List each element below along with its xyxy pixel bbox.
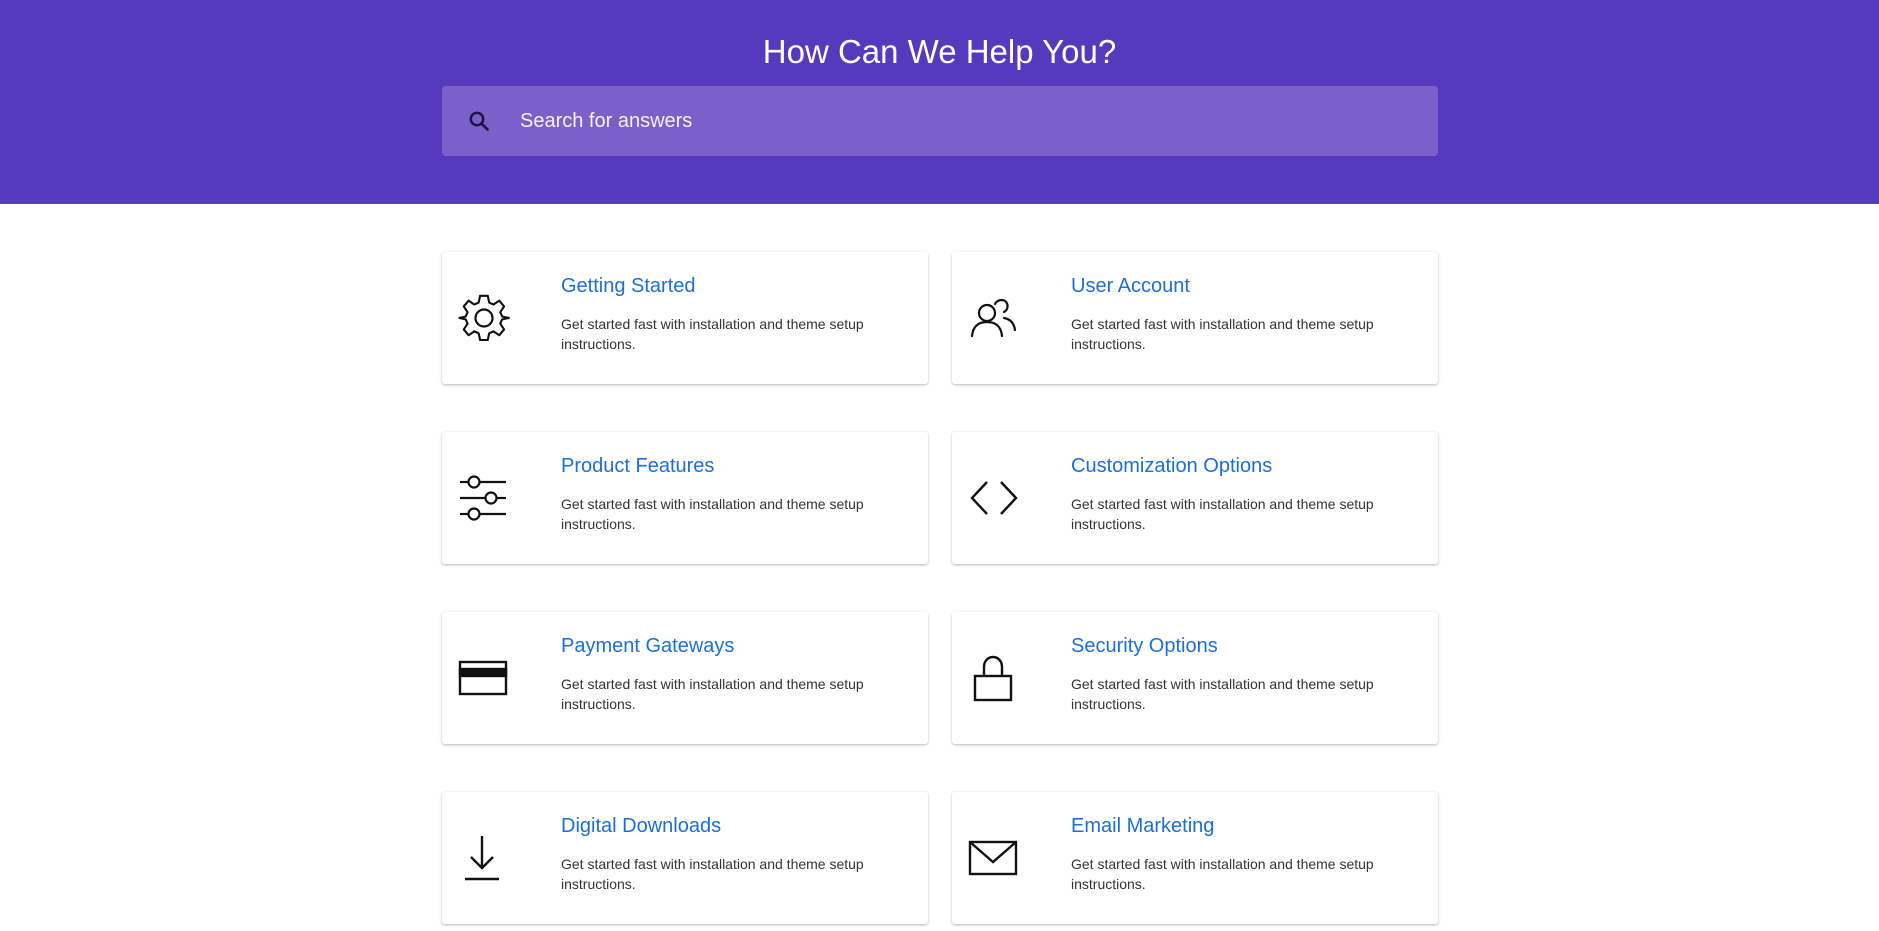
sliders-icon [458,472,510,524]
search-input[interactable] [520,86,1438,156]
card-description: Get started fast with installation and t… [561,496,864,532]
card-description: Get started fast with installation and t… [1071,856,1374,892]
card-user-account[interactable]: User Account Get started fast with insta… [952,252,1438,384]
search-icon[interactable] [467,109,491,133]
card-getting-started[interactable]: Getting Started Get started fast with in… [442,252,928,384]
page-title: How Can We Help You? [762,33,1117,70]
users-icon [968,292,1020,344]
card-title[interactable]: Customization Options [1071,452,1272,480]
card-customization-options[interactable]: Customization Options Get started fast w… [952,432,1438,564]
card-title[interactable]: Security Options [1071,632,1218,660]
card-title[interactable]: Email Marketing [1071,812,1214,840]
card-description: Get started fast with installation and t… [561,676,864,712]
card-title[interactable]: User Account [1071,272,1190,300]
card-description: Get started fast with installation and t… [1071,496,1374,532]
code-icon [968,472,1020,524]
card-description: Get started fast with installation and t… [1071,316,1374,352]
card-title[interactable]: Product Features [561,452,714,480]
card-payment-gateways[interactable]: Payment Gateways Get started fast with i… [442,612,928,744]
lock-icon [968,652,1020,704]
card-security-options[interactable]: Security Options Get started fast with i… [952,612,1438,744]
card-title[interactable]: Getting Started [561,272,696,300]
download-icon [458,832,510,884]
credit-card-icon [458,652,510,704]
card-title[interactable]: Payment Gateways [561,632,734,660]
gear-icon [458,292,510,344]
card-email-marketing[interactable]: Email Marketing Get started fast with in… [952,792,1438,924]
card-description: Get started fast with installation and t… [561,316,864,352]
hero-header: How Can We Help You? [0,0,1879,204]
envelope-icon [968,832,1020,884]
card-product-features[interactable]: Product Features Get started fast with i… [442,432,928,564]
card-title[interactable]: Digital Downloads [561,812,721,840]
search-bar[interactable] [442,86,1438,156]
card-digital-downloads[interactable]: Digital Downloads Get started fast with … [442,792,928,924]
card-description: Get started fast with installation and t… [1071,676,1374,712]
card-description: Get started fast with installation and t… [561,856,864,892]
